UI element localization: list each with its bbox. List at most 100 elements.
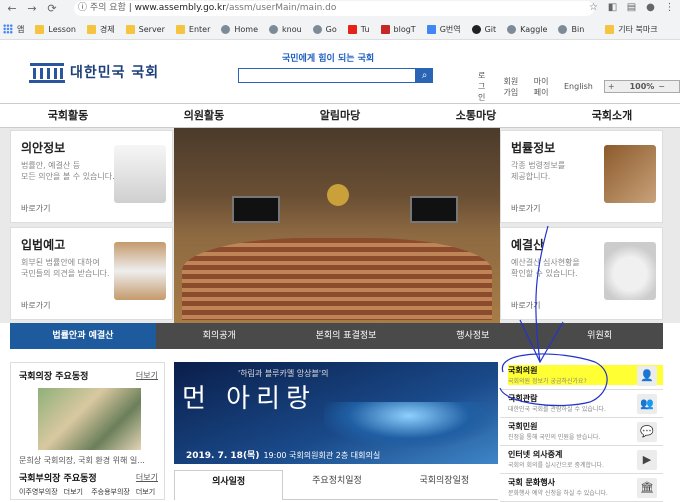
bookmark-label: Bin xyxy=(571,24,585,34)
zoom-in-button[interactable]: + xyxy=(608,82,615,91)
bookmark-label: 기타 북마크 xyxy=(618,24,658,34)
bookmark-item[interactable]: Git xyxy=(471,24,496,34)
card-legislative-notice[interactable]: 입법예고 회부된 법률안에 대하여 국민들의 의견을 받습니다. 바로가기 xyxy=(10,227,173,320)
signup-link[interactable]: 회원가입 xyxy=(503,76,522,98)
bookmark-label: Tu xyxy=(360,24,370,34)
english-link[interactable]: English xyxy=(564,82,593,91)
deputy-name[interactable]: 주승용부의장 xyxy=(91,488,130,496)
quick-link-item[interactable]: 국회 문화행사 문화행사 예약 신청을 하실 수 있습니다. 🏛 xyxy=(500,474,663,502)
screen-left xyxy=(232,196,280,223)
bookmark-item[interactable]: Lesson xyxy=(35,24,76,34)
tab-events[interactable]: 행사정보 xyxy=(409,323,536,349)
quick-links: 국회의원 국회의원 정보가 궁금하신가요? 👤 국회관람 대한민국 국회를 관람하실 수… xyxy=(500,362,663,502)
zoom-out-button[interactable]: − xyxy=(658,82,665,91)
forward-icon[interactable]: → xyxy=(24,1,40,17)
search-button[interactable]: ⌕ xyxy=(416,68,433,83)
reload-icon[interactable]: ⟳ xyxy=(44,1,60,17)
star-icon[interactable]: ☆ xyxy=(587,1,600,14)
event-banner[interactable]: '하림과 블루카멜 앙상블'의 먼 아리랑 2019. 7. 18(목) 19:0… xyxy=(174,362,498,464)
bookmark-item[interactable]: Kaggle xyxy=(507,24,548,34)
card-link[interactable]: 바로가기 xyxy=(21,203,50,214)
card-link[interactable]: 바로가기 xyxy=(21,300,50,311)
tab-plenary-votes[interactable]: 본회의 표결정보 xyxy=(283,323,410,349)
bookmark-item[interactable]: G번역 xyxy=(426,24,461,35)
nav-item-communication[interactable]: 소통마당 xyxy=(408,104,544,127)
hall-seats xyxy=(182,238,492,320)
nav-item-about[interactable]: 국회소개 xyxy=(544,104,680,127)
site-logo[interactable]: 대한민국 국회 xyxy=(28,61,159,83)
extension2-icon[interactable]: ▤ xyxy=(625,1,638,14)
search-icon: ⌕ xyxy=(421,70,428,81)
menu-icon[interactable]: ⋮ xyxy=(663,1,676,14)
screen-right xyxy=(410,196,458,223)
nav-item-notices[interactable]: 알림마당 xyxy=(272,104,408,127)
deputy-more[interactable]: 더보기 xyxy=(64,488,83,496)
deputy-name[interactable]: 이주영부의장 xyxy=(19,488,58,496)
slogan: 국민에게 힘이 되는 국회 xyxy=(282,54,375,64)
quick-link-item[interactable]: 국회민원 진정을 통해 국민의 민원을 받습니다. 💬 xyxy=(500,418,663,446)
tab-political-schedule[interactable]: 주요정치일정 xyxy=(283,470,391,500)
back-icon[interactable]: ← xyxy=(4,1,20,17)
bookmark-item[interactable]: Enter xyxy=(175,24,210,34)
globe-icon xyxy=(312,24,322,34)
bookmark-item[interactable]: 기타 북마크 xyxy=(605,24,658,35)
bookmark-item[interactable]: 앱 xyxy=(0,24,24,35)
deputy-more[interactable]: 더보기 xyxy=(136,488,155,496)
address-bar[interactable]: ⓘ 주의 요함 | www.assembly.go.kr/assm/userMa… xyxy=(74,1,594,16)
tab-speaker-schedule[interactable]: 국회의장일정 xyxy=(390,470,498,500)
main-navigation: 국회활동 의원활동 알림마당 소통마당 국회소개 xyxy=(0,103,680,128)
card-bill-info[interactable]: 의안정보 법률안, 예결산 등 모든 의안을 볼 수 있습니다. 바로가기 xyxy=(10,130,173,223)
search-input[interactable] xyxy=(238,68,416,83)
nav-item-member-activity[interactable]: 의원활동 xyxy=(136,104,272,127)
tab-bills-budget[interactable]: 법률안과 예결산 xyxy=(10,323,156,349)
bookmark-item[interactable]: Go xyxy=(312,24,337,34)
tab-committees[interactable]: 위원회 xyxy=(536,323,663,349)
banner-date: 2019. 7. 18(목) 19:00 국회의원회관 2층 대회의실 xyxy=(186,451,381,461)
card-budget[interactable]: 예결산 예산결산 심사현황을 확인할 수 있습니다. 바로가기 xyxy=(500,227,663,320)
bookmark-item[interactable]: knou xyxy=(269,24,302,34)
card-legal-info[interactable]: 법률정보 각종 법령정보를 제공합니다. 바로가기 xyxy=(500,130,663,223)
nav-item-assembly-activity[interactable]: 국회활동 xyxy=(0,104,136,127)
bookmark-label: Kaggle xyxy=(520,24,548,34)
profile-icon[interactable]: ● xyxy=(644,1,657,14)
bookmark-item[interactable]: Bin xyxy=(558,24,585,34)
tab-meetings[interactable]: 회의공개 xyxy=(156,323,283,349)
bookmark-item[interactable]: 경제 xyxy=(86,24,115,35)
building-icon: 🏛 xyxy=(637,478,657,498)
group-icon: 👥 xyxy=(637,394,657,414)
folder-icon xyxy=(86,24,96,34)
tab-agenda[interactable]: 의사일정 xyxy=(174,470,284,500)
gavel-image xyxy=(604,145,656,203)
bookmark-label: knou xyxy=(282,24,302,34)
bookmark-item[interactable]: blogT xyxy=(380,24,416,34)
stage-lights xyxy=(324,402,494,448)
card-link[interactable]: 바로가기 xyxy=(511,300,540,311)
bookmark-item[interactable]: Tu xyxy=(347,24,370,34)
bookmark-label: G번역 xyxy=(439,24,461,34)
mypage-link[interactable]: 마이페이 xyxy=(534,76,553,98)
globe-icon xyxy=(221,24,231,34)
quick-link-item[interactable]: 국회관람 대한민국 국회를 관람하실 수 있습니다. 👥 xyxy=(500,390,663,418)
panel-title: 국회의장 주요동정 xyxy=(19,372,89,382)
bookmark-label: Go xyxy=(325,24,337,34)
bookmark-item[interactable]: Home xyxy=(221,24,258,34)
youtube-icon xyxy=(347,24,357,34)
deputy-more-link[interactable]: 더보기 xyxy=(136,472,158,483)
card-link[interactable]: 바로가기 xyxy=(511,203,540,214)
security-warning: 주의 요함 xyxy=(89,3,126,13)
quick-link-item[interactable]: 인터넷 의사중계 국회의 회의를 실시간으로 중계합니다. ▶ xyxy=(500,446,663,474)
logo-text: 대한민국 국회 xyxy=(70,65,160,81)
bookmark-item[interactable]: Server xyxy=(125,24,165,34)
quick-link-item[interactable]: 국회의원 국회의원 정보가 궁금하신가요? 👤 xyxy=(500,362,663,390)
extension-icon[interactable]: ◧ xyxy=(606,1,619,14)
bookmark-label: 앱 xyxy=(17,24,25,34)
deputy-list: 이주영부의장 더보기 주승용부의장 더보기 xyxy=(19,487,161,497)
more-link[interactable]: 더보기 xyxy=(136,370,158,381)
globe-icon xyxy=(558,24,568,34)
news-caption[interactable]: 문희상 국회의장, 국회 환경 위해 일... xyxy=(19,455,145,466)
browser-nav-row: ← → ⟳ ⓘ 주의 요함 | www.assembly.go.kr/assm/… xyxy=(0,0,680,18)
news-thumbnail[interactable] xyxy=(38,388,141,450)
login-link[interactable]: 로그인 xyxy=(478,70,492,103)
bookmark-label: 경제 xyxy=(99,24,115,34)
info-icon[interactable]: ⓘ xyxy=(78,3,87,13)
